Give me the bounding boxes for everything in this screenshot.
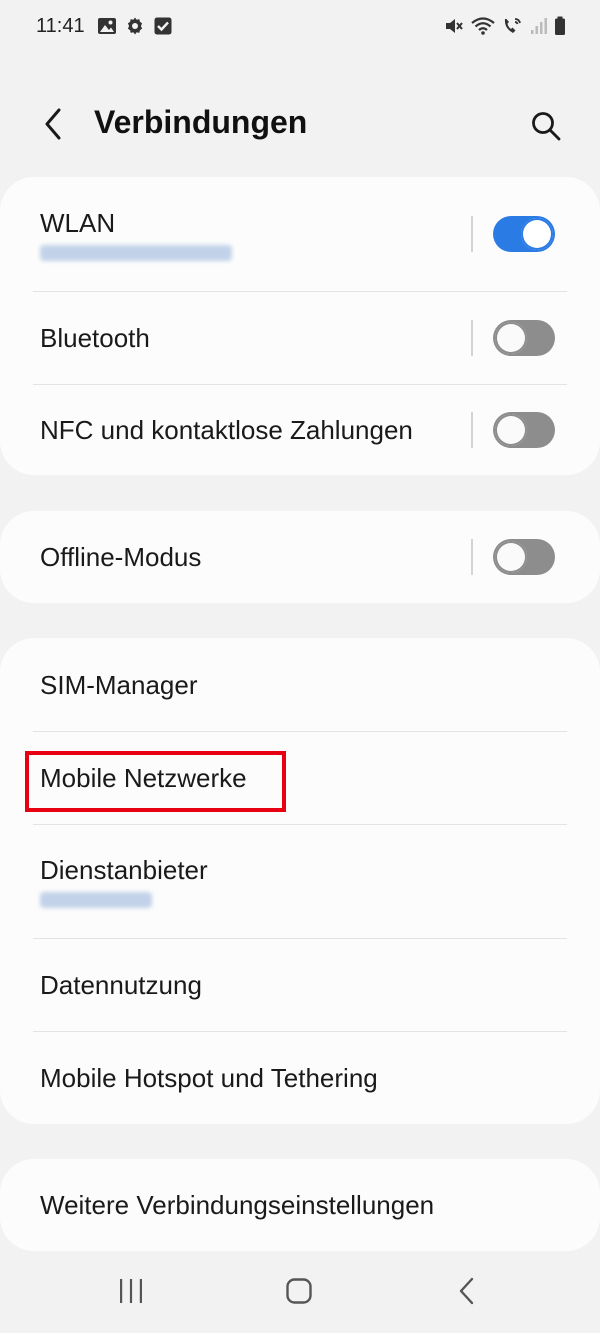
- settings-item-label: SIM-Manager: [40, 669, 198, 700]
- card-offline: Offline-Modus: [0, 511, 600, 603]
- wlan-toggle[interactable]: [493, 216, 555, 252]
- settings-item-sim-manager[interactable]: SIM-Manager: [0, 638, 600, 731]
- back-icon: [452, 1276, 482, 1311]
- settings-item-label: Mobile Netzwerke: [40, 762, 247, 793]
- nfc-toggle[interactable]: [493, 411, 555, 448]
- divider: [471, 216, 473, 252]
- status-left: 11:41: [36, 15, 173, 38]
- settings-item-offline-mode[interactable]: Offline-Modus: [0, 511, 600, 603]
- mute-icon: [444, 16, 464, 36]
- card-connectivity: WLAN Bluetooth NFC und kontaktlose Zahlu…: [0, 177, 600, 475]
- settings-item-label: Mobile Hotspot und Tethering: [40, 1062, 378, 1093]
- bluetooth-toggle[interactable]: [493, 319, 555, 356]
- settings-item-hotspot-tethering[interactable]: Mobile Hotspot und Tethering: [0, 1031, 600, 1124]
- status-right: [444, 16, 566, 36]
- settings-item-label: NFC und kontaktlose Zahlungen: [40, 414, 413, 445]
- divider: [471, 411, 473, 448]
- recent-apps-icon: [116, 1276, 146, 1311]
- app-header: Verbindungen: [0, 90, 600, 160]
- settings-item-more-connection-settings[interactable]: Weitere Verbindungseinstellungen: [0, 1159, 600, 1251]
- card-more: Weitere Verbindungseinstellungen: [0, 1159, 600, 1251]
- recent-apps-button[interactable]: [101, 1273, 161, 1313]
- wifi-call-icon: [502, 16, 524, 36]
- chevron-left-icon: [42, 107, 64, 146]
- settings-item-label: Dienstanbieter: [40, 855, 208, 885]
- settings-item-nfc[interactable]: NFC und kontaktlose Zahlungen: [0, 384, 600, 475]
- settings-item-mobile-networks[interactable]: Mobile Netzwerke: [0, 731, 600, 824]
- gear-icon: [125, 16, 145, 36]
- signal-icon: [530, 16, 548, 36]
- home-icon: [284, 1276, 314, 1311]
- home-button[interactable]: [269, 1273, 329, 1313]
- navigation-bar: [0, 1255, 600, 1333]
- service-provider-name-blurred: [40, 892, 152, 908]
- settings-item-service-provider[interactable]: Dienstanbieter: [0, 824, 600, 938]
- settings-item-data-usage[interactable]: Datennutzung: [0, 938, 600, 1031]
- nav-back-button[interactable]: [437, 1273, 497, 1313]
- image-icon: [97, 16, 117, 36]
- search-button[interactable]: [526, 108, 566, 148]
- settings-item-label: Datennutzung: [40, 969, 202, 1000]
- search-icon: [530, 110, 562, 147]
- settings-item-wlan[interactable]: WLAN: [0, 177, 600, 291]
- page-title: Verbindungen: [94, 104, 308, 140]
- settings-item-label: WLAN: [40, 208, 116, 238]
- checkbox-icon: [153, 16, 173, 36]
- settings-item-label: Bluetooth: [40, 322, 150, 353]
- wifi-icon: [470, 16, 496, 36]
- battery-icon: [554, 16, 566, 36]
- divider: [471, 319, 473, 356]
- settings-item-label: Weitere Verbindungseinstellungen: [40, 1190, 435, 1220]
- settings-item-label: Offline-Modus: [40, 542, 202, 572]
- status-bar: 11:41: [0, 0, 600, 52]
- settings-item-bluetooth[interactable]: Bluetooth: [0, 291, 600, 384]
- back-button[interactable]: [36, 106, 70, 146]
- offline-mode-toggle[interactable]: [493, 539, 555, 575]
- divider: [471, 539, 473, 575]
- status-time: 11:41: [36, 14, 85, 37]
- card-mobile: SIM-Manager Mobile Netzwerke Dienstanbie…: [0, 638, 600, 1124]
- wlan-network-name-blurred: [40, 245, 232, 261]
